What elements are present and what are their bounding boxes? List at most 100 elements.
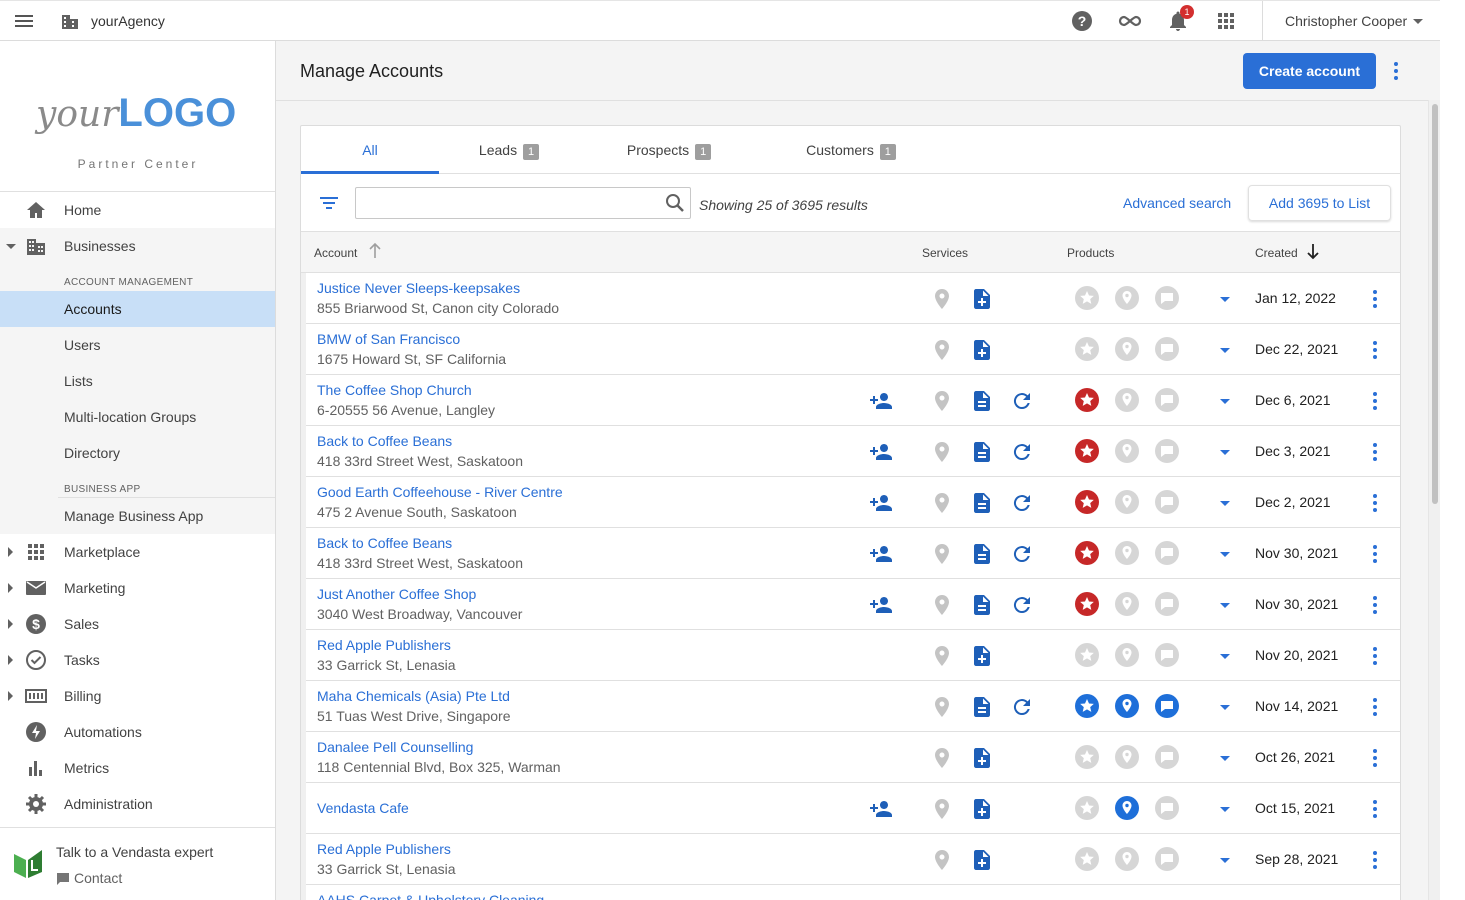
location-pin-icon[interactable] [1115, 745, 1139, 769]
account-name-link[interactable]: Justice Never Sleeps-keepsakes [317, 280, 520, 296]
location-pin-icon[interactable] [930, 695, 954, 719]
location-pin-icon[interactable] [930, 797, 954, 821]
contact-link[interactable]: Contact [74, 870, 122, 886]
expand-caret-icon[interactable] [1220, 297, 1230, 302]
star-icon[interactable] [1075, 592, 1099, 616]
expand-caret-icon[interactable] [1220, 399, 1230, 404]
more-vert-icon[interactable] [1367, 287, 1383, 311]
infinity-icon[interactable] [1118, 9, 1142, 33]
expand-caret-icon[interactable] [1220, 603, 1230, 608]
refresh-icon[interactable] [1010, 542, 1034, 566]
more-vert-icon[interactable] [1367, 389, 1383, 413]
location-pin-icon[interactable] [1115, 847, 1139, 871]
table-row[interactable]: Justice Never Sleeps-keepsakes 855 Briarw… [301, 273, 1400, 324]
expand-caret-icon[interactable] [1220, 756, 1230, 761]
help-icon[interactable]: ? [1070, 9, 1094, 33]
account-name-link[interactable]: Good Earth Coffeehouse - River Centre [317, 484, 563, 500]
location-pin-icon[interactable] [1115, 694, 1139, 718]
location-pin-icon[interactable] [1115, 490, 1139, 514]
arrow-down-icon[interactable] [1305, 242, 1321, 260]
add-person-icon[interactable] [869, 542, 893, 566]
search-icon[interactable] [664, 192, 686, 214]
sidebar-item-marketplace[interactable]: Marketplace [0, 534, 275, 570]
star-icon[interactable] [1075, 745, 1099, 769]
doc-add-icon[interactable] [970, 338, 994, 362]
more-vert-icon[interactable] [1367, 491, 1383, 515]
star-icon[interactable] [1075, 439, 1099, 463]
chat-bubble-icon[interactable] [1155, 541, 1179, 565]
sidebar-item-marketing[interactable]: Marketing [0, 570, 275, 606]
expand-caret-icon[interactable] [1220, 654, 1230, 659]
doc-icon[interactable] [970, 695, 994, 719]
sidebar-item-multi-location-groups[interactable]: Multi-location Groups [0, 399, 275, 435]
chat-bubble-icon[interactable] [1155, 490, 1179, 514]
table-row[interactable]: Danalee Pell Counselling 118 Centennial B… [301, 732, 1400, 783]
location-pin-icon[interactable] [930, 848, 954, 872]
chat-bubble-icon[interactable] [1155, 439, 1179, 463]
add-person-icon[interactable] [869, 440, 893, 464]
location-pin-icon[interactable] [1115, 388, 1139, 412]
more-vert-icon[interactable] [1367, 338, 1383, 362]
account-name-link[interactable]: Back to Coffee Beans [317, 433, 452, 449]
sidebar-item-billing[interactable]: Billing [0, 678, 275, 714]
refresh-icon[interactable] [1010, 695, 1034, 719]
table-row[interactable]: BMW of San Francisco 1675 Howard St, SF C… [301, 324, 1400, 375]
location-pin-icon[interactable] [930, 593, 954, 617]
add-to-list-button[interactable]: Add 3695 to List [1248, 185, 1391, 221]
account-name-link[interactable]: AAHS Carpet & Upholstery Cleaning [317, 892, 544, 900]
location-pin-icon[interactable] [930, 491, 954, 515]
chat-bubble-icon[interactable] [1155, 643, 1179, 667]
expand-caret-icon[interactable] [1220, 348, 1230, 353]
location-pin-icon[interactable] [1115, 643, 1139, 667]
location-pin-icon[interactable] [1115, 592, 1139, 616]
chevron-down-icon[interactable] [1413, 19, 1423, 24]
doc-icon[interactable] [970, 593, 994, 617]
location-pin-icon[interactable] [930, 338, 954, 362]
account-name-link[interactable]: BMW of San Francisco [317, 331, 460, 347]
refresh-icon[interactable] [1010, 389, 1034, 413]
star-icon[interactable] [1075, 337, 1099, 361]
column-created[interactable]: Created [1255, 246, 1298, 260]
chat-bubble-icon[interactable] [1155, 745, 1179, 769]
more-vert-icon[interactable] [1367, 644, 1383, 668]
account-name-link[interactable]: Red Apple Publishers [317, 637, 451, 653]
sidebar-item-home[interactable]: Home [0, 192, 275, 228]
doc-icon[interactable] [970, 542, 994, 566]
star-icon[interactable] [1075, 490, 1099, 514]
account-name-link[interactable]: Vendasta Cafe [317, 800, 409, 816]
doc-add-icon[interactable] [970, 848, 994, 872]
expand-caret-icon[interactable] [1220, 858, 1230, 863]
tab-all[interactable]: All [301, 126, 439, 174]
chat-bubble-icon[interactable] [1155, 592, 1179, 616]
more-vert-icon[interactable] [1367, 848, 1383, 872]
more-vert-icon[interactable] [1367, 593, 1383, 617]
expand-caret-icon[interactable] [1220, 501, 1230, 506]
star-icon[interactable] [1075, 694, 1099, 718]
create-account-button[interactable]: Create account [1243, 53, 1376, 89]
tab-customers[interactable]: Customers 1 [781, 126, 921, 174]
doc-add-icon[interactable] [970, 746, 994, 770]
location-pin-icon[interactable] [930, 287, 954, 311]
more-vert-icon[interactable] [1367, 440, 1383, 464]
star-icon[interactable] [1075, 286, 1099, 310]
sidebar-item-administration[interactable]: Administration [0, 786, 275, 822]
sidebar-item-automations[interactable]: Automations [0, 714, 275, 750]
talk-to-expert[interactable]: Talk to a Vendasta expert Contact [0, 827, 275, 900]
sidebar-item-accounts[interactable]: Accounts [0, 291, 275, 327]
sidebar-item-users[interactable]: Users [0, 327, 275, 363]
filter-icon[interactable] [319, 195, 339, 211]
more-vert-icon[interactable] [1367, 542, 1383, 566]
location-pin-icon[interactable] [1115, 286, 1139, 310]
sidebar-item-businesses[interactable]: Businesses [0, 228, 275, 264]
tab-prospects[interactable]: Prospects 1 [599, 126, 739, 174]
chat-bubble-icon[interactable] [1155, 847, 1179, 871]
table-row[interactable]: Maha Chemicals (Asia) Pte Ltd 51 Tuas Wes… [301, 681, 1400, 732]
sidebar-item-manage-business-app[interactable]: Manage Business App [0, 498, 275, 534]
star-icon[interactable] [1075, 847, 1099, 871]
chat-bubble-icon[interactable] [1155, 337, 1179, 361]
account-name-link[interactable]: Maha Chemicals (Asia) Pte Ltd [317, 688, 510, 704]
location-pin-icon[interactable] [930, 746, 954, 770]
doc-icon[interactable] [970, 491, 994, 515]
location-pin-icon[interactable] [1115, 796, 1139, 820]
refresh-icon[interactable] [1010, 593, 1034, 617]
